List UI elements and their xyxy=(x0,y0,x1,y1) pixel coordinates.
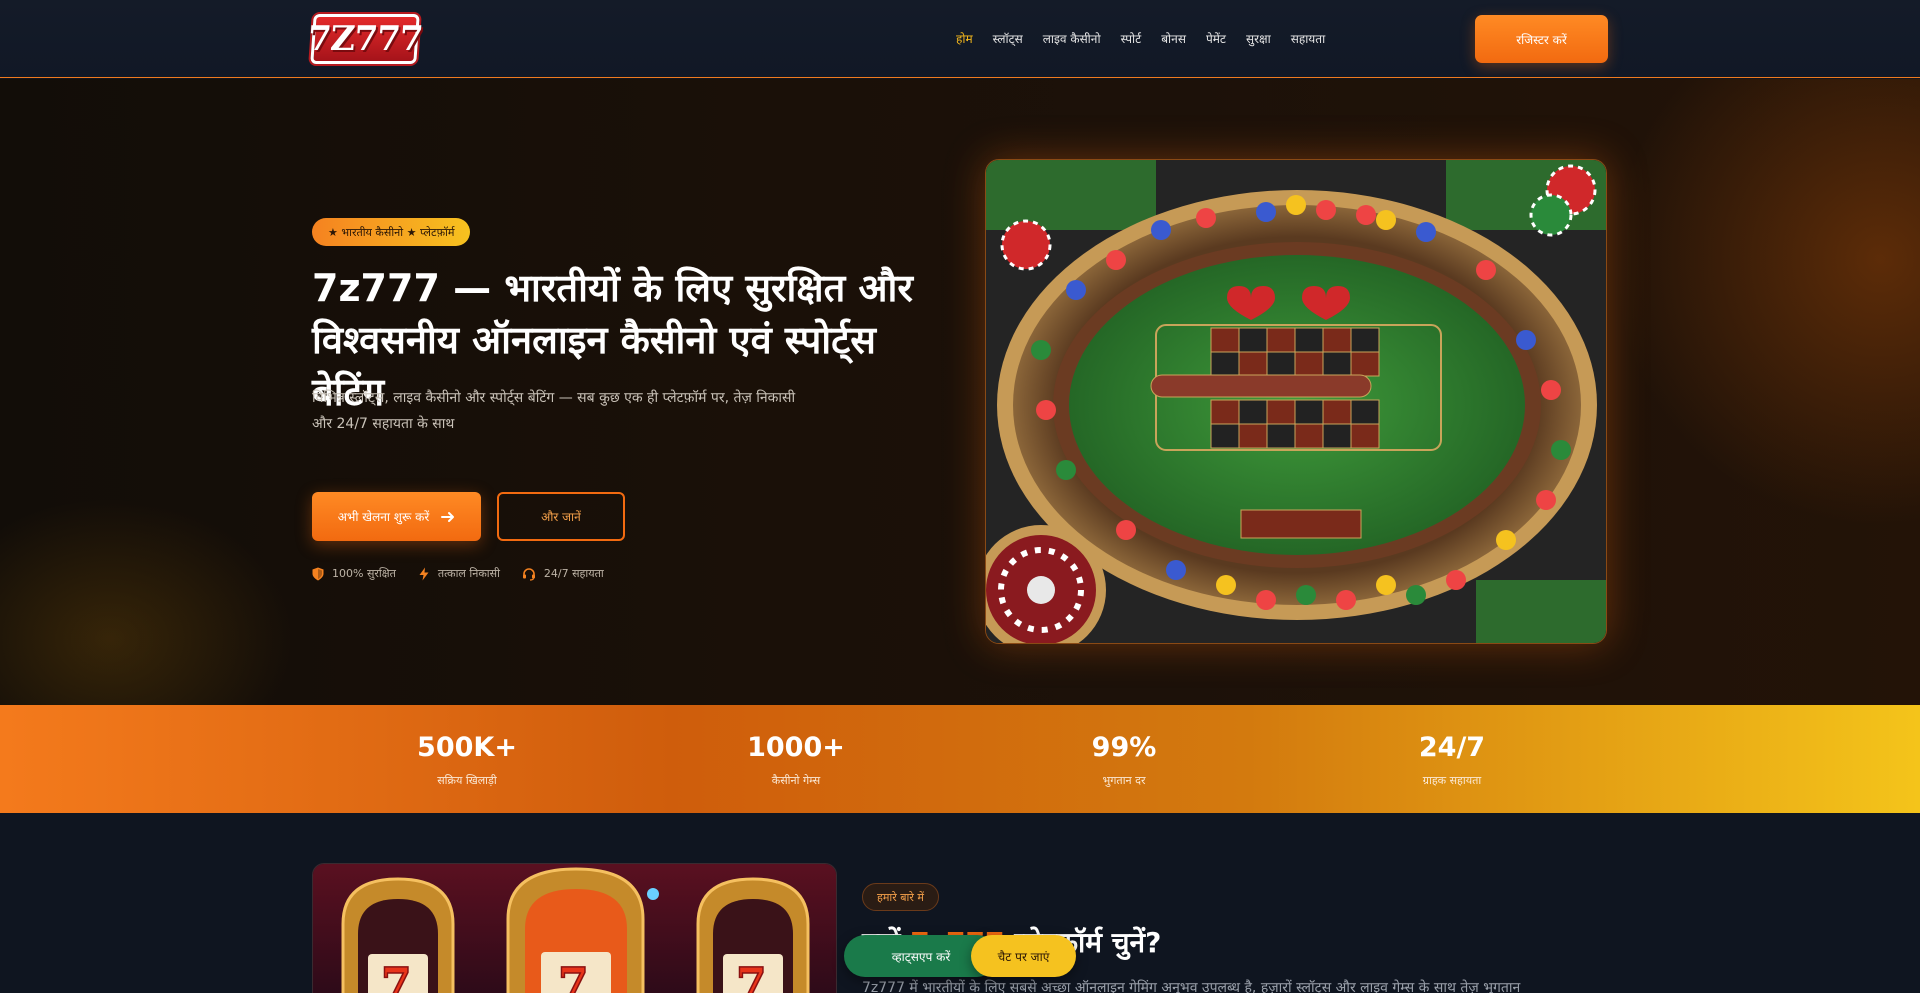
nav-item-sports[interactable]: स्पोर्ट xyxy=(1121,30,1142,47)
stat-support: 24/7 ग्राहक सहायता xyxy=(1352,731,1552,788)
logo-text: 7Z777 xyxy=(306,19,424,59)
site-logo[interactable]: 7Z777 xyxy=(306,14,424,64)
register-button[interactable]: रजिस्टर करें xyxy=(1475,15,1608,63)
feature-secure: 100% सुरक्षित xyxy=(312,566,396,581)
svg-text:7: 7 xyxy=(558,959,589,993)
stat-players-value: 500K+ xyxy=(417,732,517,763)
roulette-table-illustration xyxy=(986,160,1606,643)
stat-players-label: सक्रिय खिलाड़ी xyxy=(437,774,497,787)
feature-support: 24/7 सहायता xyxy=(522,566,604,581)
stat-games: 1000+ कैसीनो गेम्स xyxy=(696,731,896,788)
hero-badge: ★ भारतीय कैसीनो ★ प्लेटफ़ॉर्म xyxy=(312,218,471,246)
main-nav: होम स्लॉट्स लाइव कैसीनो स्पोर्ट बोनस पेम… xyxy=(956,28,1325,48)
arrow-right-icon xyxy=(441,511,455,522)
stat-payout-value: 99% xyxy=(1091,732,1157,763)
feature-secure-label: 100% सुरक्षित xyxy=(332,567,396,580)
stat-players: 500K+ सक्रिय खिलाड़ी xyxy=(367,731,567,788)
feature-support-label: 24/7 सहायता xyxy=(543,567,604,580)
stat-games-label: कैसीनो गेम्स xyxy=(771,774,821,787)
shield-icon xyxy=(312,567,324,580)
svg-text:7: 7 xyxy=(381,959,412,993)
stat-support-label: ग्राहक सहायता xyxy=(1422,774,1482,787)
hero-description: विभिन्न स्लॉट्स, लाइव कैसीनो और स्पोर्ट्… xyxy=(312,390,796,432)
nav-item-bonus[interactable]: बोनस xyxy=(1161,30,1186,47)
hero-features: 100% सुरक्षित तत्काल निकासी 24/7 सहायता xyxy=(312,566,604,581)
feature-withdrawal-label: तत्काल निकासी xyxy=(437,567,500,580)
stat-payout: 99% भुगतान दर xyxy=(1024,731,1224,788)
nav-item-payment[interactable]: पेमेंट xyxy=(1206,30,1226,47)
slot-machines-image: 7 7 7 xyxy=(312,863,837,993)
headset-icon xyxy=(522,567,535,581)
about-text: 7z777 में भारतीयों के लिए सबसे अच्छा ऑनल… xyxy=(862,980,1521,993)
nav-item-support[interactable]: सहायता xyxy=(1291,30,1326,47)
learn-more-button[interactable]: और जानें xyxy=(497,492,625,541)
start-playing-label: अभी खेलना शुरू करें xyxy=(337,510,430,524)
site-header: 7Z777 होम स्लॉट्स लाइव कैसीनो स्पोर्ट बो… xyxy=(0,0,1920,78)
nav-item-home[interactable]: होम xyxy=(956,30,973,47)
telegram-float-button[interactable]: चैट पर जाएं xyxy=(971,935,1076,977)
hero-casino-image xyxy=(985,159,1607,644)
stats-bar: 500K+ सक्रिय खिलाड़ी 1000+ कैसीनो गेम्स … xyxy=(0,705,1920,813)
start-playing-button[interactable]: अभी खेलना शुरू करें xyxy=(312,492,481,541)
stat-support-value: 24/7 xyxy=(1418,732,1486,763)
nav-item-slots[interactable]: स्लॉट्स xyxy=(993,30,1023,47)
hero-section xyxy=(0,79,1920,705)
stat-games-value: 1000+ xyxy=(747,732,845,763)
nav-item-security[interactable]: सुरक्षा xyxy=(1246,30,1271,47)
lightning-icon xyxy=(419,567,429,580)
stat-payout-label: भुगतान दर xyxy=(1102,774,1146,787)
feature-withdrawal: तत्काल निकासी xyxy=(418,566,500,581)
slot-machines-illustration: 7 7 7 xyxy=(313,864,836,993)
svg-text:7: 7 xyxy=(736,959,767,993)
about-tag: हमारे बारे में xyxy=(862,883,939,911)
nav-item-live-casino[interactable]: लाइव कैसीनो xyxy=(1043,30,1101,47)
